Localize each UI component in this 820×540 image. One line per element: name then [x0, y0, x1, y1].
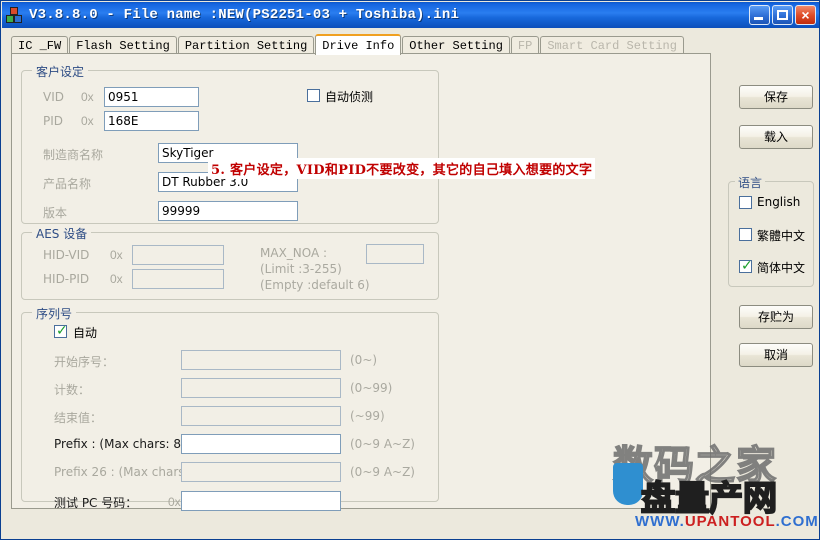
watermark-url-name: UPANTOOL	[684, 513, 776, 530]
prefix-label: Prefix : (Max chars: 8)	[54, 437, 186, 451]
language-english-label: English	[757, 195, 801, 209]
serial-start-label: 开始序号：	[54, 355, 115, 369]
serial-auto-checkbox[interactable]: ✓	[54, 323, 68, 339]
checkmark-icon: ✓	[56, 323, 68, 339]
tab-fp: FP	[510, 36, 540, 54]
cancel-button[interactable]: 取消	[739, 343, 813, 367]
serial-start-input[interactable]	[181, 350, 341, 370]
pid-label: PID	[43, 114, 64, 128]
max-noa-input[interactable]	[366, 244, 424, 264]
close-icon: ×	[801, 7, 810, 23]
save-as-button[interactable]: 存贮为	[739, 305, 813, 329]
prefix26-input[interactable]	[181, 462, 341, 482]
tab-bar: IC _FW Flash Setting Partition Setting D…	[11, 34, 685, 55]
serial-end-label: 结束值：	[54, 411, 103, 425]
test-pc-hex-prefix: 0x	[168, 495, 181, 509]
serial-count-input[interactable]	[181, 378, 341, 398]
serial-end-input[interactable]	[181, 406, 341, 426]
load-button[interactable]: 载入	[739, 125, 813, 149]
tab-ic-fw[interactable]: IC _FW	[11, 36, 69, 54]
vid-hex-prefix: 0x	[81, 90, 94, 104]
maximize-button[interactable]	[772, 5, 793, 25]
pid-hex-prefix: 0x	[81, 114, 94, 128]
autodetect-label: 自动侦测	[325, 90, 374, 104]
serial-count-hint: (0~99)	[350, 381, 393, 395]
tab-other-setting[interactable]: Other Setting	[402, 36, 510, 54]
product-name-label: 产品名称	[43, 177, 92, 191]
test-pc-number-input[interactable]	[181, 491, 341, 511]
vid-label: VID	[43, 90, 64, 104]
vid-input[interactable]: 0951	[104, 87, 199, 107]
watermark-url-tld: .COM	[775, 513, 819, 530]
title-bar: V3.8.8.0 - File name :NEW(PS2251-03 + To…	[2, 2, 819, 28]
drive-info-panel: 客户设定 VID 0x 0951 PID 0x 168E 自动侦测 制造商名称 …	[11, 53, 711, 511]
prefix-input[interactable]	[181, 434, 341, 454]
prefix-hint: (0~9 A~Z)	[350, 437, 415, 451]
max-noa-default-hint: (Empty :default 6)	[260, 278, 370, 292]
aes-device-legend: AES 设备	[32, 225, 92, 242]
window-controls: ×	[749, 5, 816, 25]
serial-count-label: 计数：	[54, 383, 91, 397]
hid-pid-input[interactable]	[132, 269, 224, 289]
window-title: V3.8.8.0 - File name :NEW(PS2251-03 + To…	[29, 7, 460, 23]
save-button[interactable]: 保存	[739, 85, 813, 109]
checkmark-icon: ✓	[741, 258, 753, 274]
serial-end-hint: (~99)	[350, 409, 385, 423]
watermark-url: WWW.UPANTOOL.COM	[635, 513, 819, 530]
max-noa-limit-hint: (Limit :3-255)	[260, 262, 342, 276]
serial-number-group: 序列号 ✓ 自动 开始序号： (0~) 计数： (0~99) 结束值： (~99…	[21, 305, 439, 511]
test-pc-number-label: 测试 PC 号码：	[54, 496, 138, 510]
tab-partition-setting[interactable]: Partition Setting	[177, 36, 315, 54]
hid-pid-label: HID-PID	[43, 272, 90, 286]
language-traditional-chinese-label: 繁體中文	[757, 229, 806, 243]
version-input[interactable]: 99999	[158, 201, 298, 221]
language-english-checkbox[interactable]	[739, 196, 752, 209]
customer-settings-legend: 客户设定	[32, 63, 89, 80]
annotation-text: 5. 客户设定，VID和PID不要改变，其它的自己填入想要的文字	[208, 158, 596, 179]
hid-vid-label: HID-VID	[43, 248, 90, 262]
app-blocks-icon	[6, 6, 23, 24]
pid-input[interactable]: 168E	[104, 111, 199, 131]
prefix26-hint: (0~9 A~Z)	[350, 465, 415, 479]
application-window: V3.8.8.0 - File name :NEW(PS2251-03 + To…	[0, 0, 820, 540]
language-simplified-chinese-checkbox[interactable]: ✓	[739, 258, 753, 274]
aes-device-group: AES 设备 HID-VID 0x HID-PID 0x MAX_NOA : (…	[21, 225, 439, 300]
language-simplified-chinese-label: 简体中文	[757, 261, 806, 275]
tab-drive-info[interactable]: Drive Info	[315, 34, 402, 55]
customer-settings-group: 客户设定 VID 0x 0951 PID 0x 168E 自动侦测 制造商名称 …	[21, 63, 439, 224]
watermark-url-www: WWW.	[635, 513, 685, 530]
serial-auto-label: 自动	[73, 326, 98, 340]
language-legend: 语言	[735, 174, 766, 191]
tab-smart-card-setting: Smart Card Setting	[540, 36, 684, 54]
minimize-button[interactable]	[749, 5, 770, 25]
hid-vid-hex-prefix: 0x	[110, 248, 123, 262]
max-noa-label: MAX_NOA :	[260, 246, 328, 260]
language-traditional-chinese-checkbox[interactable]	[739, 228, 752, 241]
serial-number-legend: 序列号	[32, 305, 77, 322]
tab-flash-setting[interactable]: Flash Setting	[69, 36, 177, 54]
serial-start-hint: (0~)	[350, 353, 378, 367]
version-label: 版本	[43, 206, 68, 220]
language-group: 语言 English 繁體中文 ✓ 简体中文	[728, 174, 814, 287]
autodetect-checkbox[interactable]	[307, 89, 320, 102]
hid-vid-input[interactable]	[132, 245, 224, 265]
hid-pid-hex-prefix: 0x	[110, 272, 123, 286]
close-button[interactable]: ×	[795, 5, 816, 25]
vendor-name-label: 制造商名称	[43, 148, 104, 162]
